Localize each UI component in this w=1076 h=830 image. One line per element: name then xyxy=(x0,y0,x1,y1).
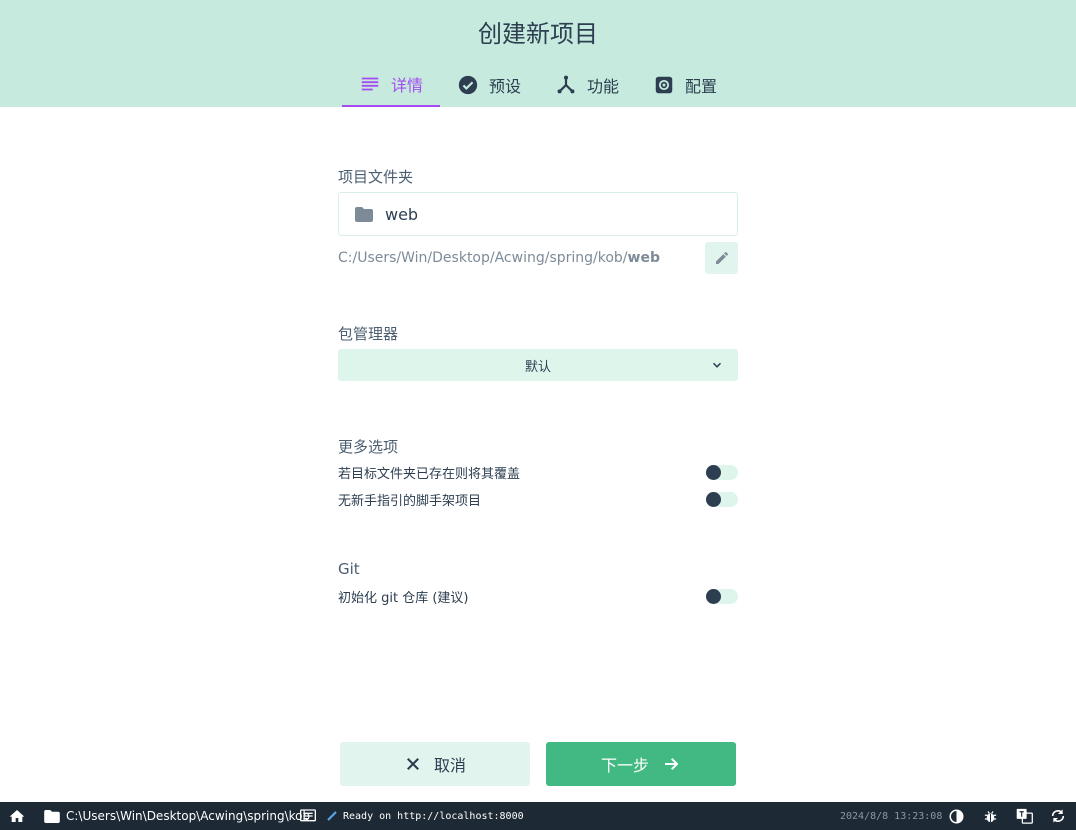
toggle-knob xyxy=(706,588,721,604)
option-git-init-label: 初始化 git 仓库 (建议) xyxy=(338,590,469,606)
list-icon xyxy=(361,77,379,90)
project-path[interactable]: C:\Users\Win\Desktop\Acwing\spring\kob xyxy=(44,802,310,830)
git-label: Git xyxy=(338,560,360,578)
option-overwrite-label: 若目标文件夹已存在则将其覆盖 xyxy=(338,466,521,482)
overwrite-toggle[interactable] xyxy=(706,464,738,480)
more-options-label: 更多选项 xyxy=(338,438,399,456)
folder-path: C:/Users/Win/Desktop/Acwing/spring/kob/w… xyxy=(338,250,660,266)
server-status-text: Ready on http://localhost:8000 xyxy=(343,810,524,822)
refresh-icon xyxy=(1051,809,1065,823)
check-circle-icon xyxy=(458,75,478,94)
tab-features-label: 功能 xyxy=(586,76,619,96)
arrow-right-icon xyxy=(665,758,679,770)
folder-label: 项目文件夹 xyxy=(338,168,414,186)
folder-input[interactable]: web xyxy=(338,192,738,236)
pencil-icon xyxy=(715,251,728,264)
theme-toggle-button[interactable] xyxy=(949,802,964,830)
no-guide-toggle[interactable] xyxy=(706,491,738,507)
header: 创建新项目 详情 预设 功能 配置 xyxy=(0,0,1076,107)
tab-details[interactable]: 详情 xyxy=(342,62,440,107)
translate-icon xyxy=(1016,808,1033,824)
tab-bar: 详情 预设 功能 配置 xyxy=(342,62,734,107)
folder-path-last: web xyxy=(627,250,660,266)
contrast-icon xyxy=(949,809,964,823)
tab-features[interactable]: 功能 xyxy=(538,62,636,107)
folder-path-prefix: C:/Users/Win/Desktop/Acwing/spring/kob/ xyxy=(338,250,628,266)
tab-details-label: 详情 xyxy=(390,75,423,95)
bug-report-button[interactable] xyxy=(983,802,998,830)
toggle-knob xyxy=(706,491,721,507)
option-git-init: 初始化 git 仓库 (建议) xyxy=(338,586,738,606)
home-icon xyxy=(9,810,25,822)
datetime: 2024/8/8 13:23:08 xyxy=(840,810,943,822)
fork-icon xyxy=(557,75,575,93)
folder-icon xyxy=(355,206,373,222)
console-button[interactable] xyxy=(300,802,316,830)
cancel-button-label: 取消 xyxy=(433,756,466,775)
edit-path-button[interactable] xyxy=(705,242,738,274)
cancel-button[interactable]: 取消 xyxy=(340,742,530,786)
refresh-button[interactable] xyxy=(1050,802,1066,830)
chevron-down-icon xyxy=(712,362,722,368)
tab-presets[interactable]: 预设 xyxy=(440,62,538,107)
translate-button[interactable] xyxy=(1016,802,1033,830)
tab-config[interactable]: 配置 xyxy=(636,62,734,107)
console-icon xyxy=(300,809,316,822)
page-title: 创建新项目 xyxy=(478,20,598,48)
server-status: Ready on http://localhost:8000 xyxy=(327,802,524,830)
next-button-label: 下一步 xyxy=(600,756,649,775)
statusbar: C:\Users\Win\Desktop\Acwing\spring\kob R… xyxy=(0,802,1076,830)
folder-input-value: web xyxy=(385,204,419,224)
package-manager-select[interactable]: 默认 xyxy=(338,349,738,381)
git-init-toggle[interactable] xyxy=(706,588,738,604)
project-path-text: C:\Users\Win\Desktop\Acwing\spring\kob xyxy=(66,809,311,823)
toggle-knob xyxy=(706,464,721,480)
gear-icon xyxy=(655,76,673,93)
tab-presets-label: 预设 xyxy=(488,76,521,96)
bug-icon xyxy=(984,810,997,822)
package-manager-value: 默认 xyxy=(524,359,551,375)
brush-icon xyxy=(327,811,337,821)
option-no-guide: 无新手指引的脚手架项目 xyxy=(338,489,738,509)
package-manager-label: 包管理器 xyxy=(338,325,399,343)
option-overwrite: 若目标文件夹已存在则将其覆盖 xyxy=(338,462,738,482)
tab-config-label: 配置 xyxy=(684,76,717,96)
next-button[interactable]: 下一步 xyxy=(546,742,736,786)
option-no-guide-label: 无新手指引的脚手架项目 xyxy=(338,493,482,509)
home-button[interactable] xyxy=(9,802,25,830)
folder-icon xyxy=(44,809,60,823)
close-icon xyxy=(406,758,419,770)
